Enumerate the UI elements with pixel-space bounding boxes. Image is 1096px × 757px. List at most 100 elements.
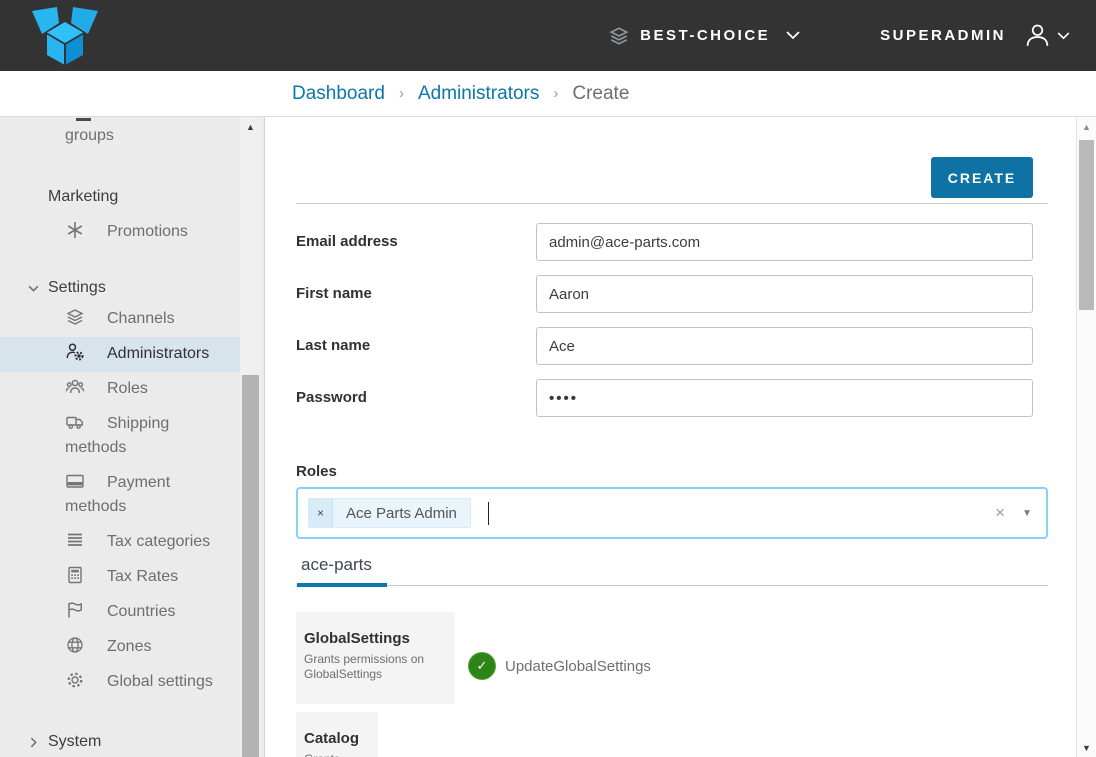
- nav-label: Tax Rates: [107, 568, 178, 585]
- flag-icon: [65, 600, 87, 620]
- scrollbar-thumb[interactable]: [242, 375, 259, 757]
- role-chip: × Ace Parts Admin: [308, 498, 471, 528]
- channel-switcher[interactable]: BEST-CHOICE: [608, 25, 800, 47]
- promotion-asterisk-icon: [65, 220, 87, 240]
- sidebar-item-administrators[interactable]: Administrators: [0, 337, 240, 372]
- channel-name: BEST-CHOICE: [640, 27, 770, 44]
- roles-label: Roles: [296, 463, 1048, 481]
- sidebar-item-promotions[interactable]: Promotions: [0, 215, 240, 250]
- permission-category: Catalog Grants permissions on Products, …: [296, 712, 378, 757]
- user-menu[interactable]: SUPERADMIN: [880, 22, 1070, 49]
- first-name-input[interactable]: [536, 275, 1033, 313]
- sidebar-item-zones[interactable]: Zones: [0, 630, 240, 665]
- permission-name: UpdateGlobalSettings: [505, 658, 651, 675]
- permission-updateglobalsettings: ✓ UpdateGlobalSettings: [468, 628, 702, 704]
- first-name-label: First name: [296, 275, 536, 313]
- sidebar-item-customer-groups-clipped[interactable]: groups: [0, 125, 240, 147]
- chip-label: Ace Parts Admin: [333, 499, 470, 527]
- nav-label: Global settings: [107, 673, 213, 690]
- sidebar-item-tax-categories[interactable]: Tax categories: [0, 525, 240, 560]
- section-label: Marketing: [48, 187, 118, 207]
- tab-ace-parts[interactable]: ace-parts: [301, 555, 372, 575]
- cog-icon: [65, 670, 87, 690]
- permission-category-name: GlobalSettings: [304, 630, 445, 647]
- user-icon: [1024, 22, 1051, 49]
- sidebar-section-marketing: Marketing: [0, 187, 240, 207]
- permission-createcatalog: ✓ CreateCatalog: [391, 728, 625, 757]
- truck-icon: [65, 412, 87, 432]
- nav-label: Zones: [107, 638, 151, 655]
- scroll-down-arrow[interactable]: ▼: [1077, 743, 1096, 753]
- permissions-table: GlobalSettings Grants permissions on Glo…: [296, 612, 1076, 757]
- scroll-up-arrow[interactable]: ▲: [1077, 122, 1096, 132]
- email-input[interactable]: [536, 223, 1033, 261]
- sidebar-section-settings[interactable]: Settings: [0, 278, 240, 298]
- dropdown-arrow-icon[interactable]: ▼: [1022, 508, 1032, 519]
- sidebar-item-channels[interactable]: Channels: [0, 302, 240, 337]
- list-icon: [65, 530, 87, 550]
- main-scrollbar[interactable]: ▲ ▼: [1076, 117, 1096, 757]
- layers-icon: [65, 307, 87, 327]
- globe-icon: [65, 635, 87, 655]
- chevron-down-icon: [1057, 32, 1070, 40]
- nav-label: Tax categories: [107, 533, 210, 550]
- breadcrumb: Dashboard › Administrators › Create: [292, 83, 629, 105]
- sidebar-scrollbar[interactable]: ▲: [240, 117, 261, 757]
- first-name-field-row: First name: [296, 275, 1033, 313]
- sidebar-section-system[interactable]: System: [0, 732, 240, 752]
- permission-category: GlobalSettings Grants permissions on Glo…: [296, 612, 455, 704]
- permission-category-name: Catalog: [304, 730, 368, 747]
- scroll-up-arrow[interactable]: ▲: [240, 122, 261, 132]
- clear-selection-icon[interactable]: ×: [995, 503, 1005, 523]
- active-tab-underline: [297, 583, 387, 587]
- section-label: System: [48, 732, 101, 752]
- sidebar-item-global-settings[interactable]: Global settings: [0, 665, 240, 700]
- breadcrumb-dashboard[interactable]: Dashboard: [292, 83, 385, 105]
- sidebar-item-tax-rates[interactable]: Tax Rates: [0, 560, 240, 595]
- sidebar-item-shipping-methods[interactable]: Shipping methods: [0, 407, 240, 466]
- clipped-customer-groups-icon: [76, 118, 91, 121]
- top-bar: BEST-CHOICE SUPERADMIN: [0, 0, 1096, 71]
- text-cursor: [488, 502, 489, 525]
- last-name-label: Last name: [296, 327, 536, 365]
- email-field-row: Email address: [296, 223, 1033, 261]
- breadcrumb-current: Create: [572, 83, 629, 105]
- divider: [296, 203, 1048, 204]
- channel-tabs: ace-parts: [296, 555, 1048, 586]
- check-circle-icon: ✓: [468, 652, 496, 680]
- last-name-field-row: Last name: [296, 327, 1033, 365]
- layers-icon: [608, 25, 630, 47]
- nav-label: Promotions: [107, 223, 188, 240]
- create-administrator-form: CREATE Email address First name Last nam…: [265, 117, 1096, 757]
- sidebar-nav: groups Marketing Promotions: [0, 117, 265, 757]
- permission-category-description: Grants permissions on GlobalSettings: [304, 652, 445, 682]
- breadcrumb-separator: ›: [553, 85, 558, 102]
- scrollbar-thumb[interactable]: [1079, 140, 1094, 310]
- section-label: Settings: [48, 278, 106, 298]
- vendure-logo: [30, 6, 104, 66]
- nav-label: Roles: [107, 380, 148, 397]
- credit-card-icon: [65, 471, 87, 491]
- chevron-right-icon: [27, 736, 42, 748]
- user-group-icon: [65, 377, 87, 397]
- chip-remove-icon[interactable]: ×: [309, 499, 333, 527]
- last-name-input[interactable]: [536, 327, 1033, 365]
- roles-multiselect[interactable]: × Ace Parts Admin × ▼: [296, 487, 1048, 539]
- nav-label: Channels: [107, 310, 175, 327]
- permission-category-description: Grants permissions on Products, Facets: [304, 752, 368, 757]
- nav-label: Countries: [107, 603, 175, 620]
- nav-label: Administrators: [107, 345, 209, 362]
- create-button[interactable]: CREATE: [931, 157, 1033, 198]
- password-input[interactable]: [536, 379, 1033, 417]
- cube-logo-icon: [30, 7, 100, 65]
- permission-row-globalsettings: GlobalSettings Grants permissions on Glo…: [296, 612, 1076, 704]
- password-field-row: Password: [296, 379, 1033, 417]
- sidebar-item-payment-methods[interactable]: Payment methods: [0, 466, 240, 525]
- permission-row-catalog: Catalog Grants permissions on Products, …: [296, 712, 1076, 757]
- breadcrumb-administrators[interactable]: Administrators: [418, 83, 539, 105]
- admin-app: BEST-CHOICE SUPERADMIN Dashboard ›: [0, 0, 1096, 757]
- password-label: Password: [296, 379, 536, 417]
- sidebar-item-roles[interactable]: Roles: [0, 372, 240, 407]
- breadcrumb-separator: ›: [399, 85, 404, 102]
- sidebar-item-countries[interactable]: Countries: [0, 595, 240, 630]
